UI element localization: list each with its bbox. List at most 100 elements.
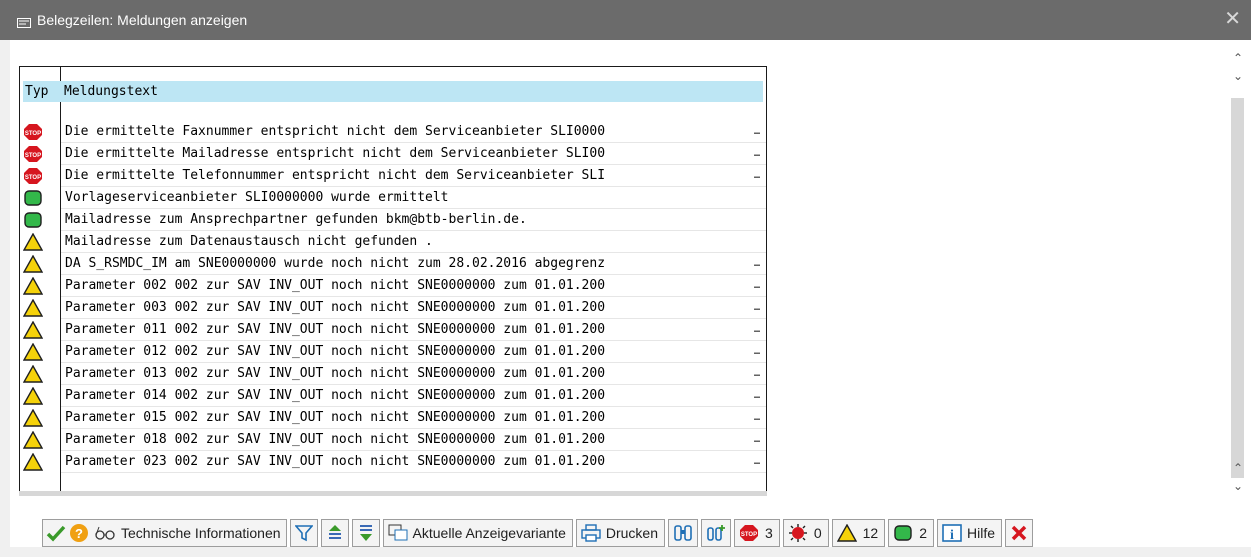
message-row[interactable]: Parameter 013 002 zur SAV INV_OUT noch n… [20,363,766,385]
warnings-filter-button[interactable]: 12 [831,519,886,547]
glasses-icon [95,526,115,540]
tech-info-label: Technische Informationen [121,525,281,541]
warning-count: 12 [862,525,879,541]
close-icon[interactable]: ✕ [1224,9,1241,29]
find-button[interactable] [668,519,699,547]
message-row[interactable]: Parameter 015 002 zur SAV INV_OUT noch n… [20,407,766,429]
truncation-ellipsis-icon: … [754,324,761,335]
warning-triangle-icon [836,524,857,542]
message-row[interactable]: Parameter 018 002 zur SAV INV_OUT noch n… [20,429,766,451]
message-text: DA S_RSMDC_IM am SNE0000000 wurde noch n… [65,256,606,271]
message-text: Parameter 013 002 zur SAV INV_OUT noch n… [65,366,606,381]
stop-icon: STOP [740,525,759,541]
message-row[interactable]: STOP Die ermittelte Telefonnummer entspri… [20,165,766,187]
sort-descending-button[interactable] [351,519,380,547]
message-row[interactable]: STOP Die ermittelte Faxnummer entspricht … [20,121,766,143]
abort-count: 0 [813,525,822,541]
truncation-ellipsis-icon: … [754,258,761,269]
horizontal-scrollbar[interactable] [19,491,767,496]
vertical-scrollbar[interactable]: ⌃ ⌄ ⌃ ⌄ [1228,48,1248,500]
layout-variant-button[interactable]: Aktuelle Anzeigevariante [382,519,573,547]
message-text: Parameter 018 002 zur SAV INV_OUT noch n… [65,432,606,447]
scroll-up-icon[interactable]: ⌃ [1228,460,1248,476]
row-separator [61,472,766,473]
warning-triangle-icon [22,232,44,251]
layout-icon [388,524,408,541]
help-button[interactable]: i Hilfe [936,519,1002,547]
message-row[interactable]: STOP Die ermittelte Mailadresse entsprich… [20,143,766,165]
svg-text:STOP: STOP [25,153,41,159]
warning-triangle-icon [22,320,44,339]
svg-text:i: i [950,528,954,542]
message-text: Die ermittelte Faxnummer entspricht nich… [65,124,606,139]
print-button[interactable]: Drucken [575,519,666,547]
ok-button[interactable]: ? Technische Informationen [42,519,287,547]
message-row[interactable]: Parameter 014 002 zur SAV INV_OUT noch n… [20,385,766,407]
message-row[interactable]: Mailadresse zum Datenaustausch nicht gef… [20,231,766,253]
filter-icon [294,525,313,542]
truncation-ellipsis-icon: … [754,346,761,357]
message-row[interactable]: Parameter 011 002 zur SAV INV_OUT noch n… [20,319,766,341]
stop-icon: STOP [23,167,43,185]
stop-icon: STOP [23,123,43,141]
window-title: Belegzeilen: Meldungen anzeigen [37,12,248,28]
message-text: Parameter 003 002 zur SAV INV_OUT noch n… [65,300,606,315]
bottom-toolbar: ? Technische Informationen Aktuelle Anze… [42,518,1036,548]
message-row[interactable]: DA S_RSMDC_IM am SNE0000000 wurde noch n… [20,253,766,275]
column-header-typ[interactable]: Typ [23,81,61,102]
scrollbar-track[interactable] [1231,98,1244,478]
truncation-ellipsis-icon: … [754,412,761,423]
grid-header: Typ Meldungstext [23,81,763,102]
scroll-bottom-icon[interactable]: ⌄ [1228,478,1248,494]
warning-triangle-icon [22,342,44,361]
truncation-ellipsis-icon: … [754,456,761,467]
truncation-ellipsis-icon: … [754,148,761,159]
message-row[interactable]: Parameter 012 002 zur SAV INV_OUT noch n… [20,341,766,363]
truncation-ellipsis-icon: … [754,368,761,379]
column-header-text[interactable]: Meldungstext [64,81,158,102]
window-titlebar: Belegzeilen: Meldungen anzeigen ✕ [0,0,1251,40]
message-row[interactable]: Vorlageserviceanbieter SLI0000000 wurde … [20,187,766,209]
scroll-down-icon[interactable]: ⌄ [1228,68,1248,84]
warning-triangle-icon [22,276,44,295]
close-x-icon [1011,525,1027,541]
success-count: 2 [919,525,927,541]
svg-text:STOP: STOP [25,131,41,137]
message-row[interactable]: Parameter 003 002 zur SAV INV_OUT noch n… [20,297,766,319]
message-text: Die ermittelte Telefonnummer entspricht … [65,168,606,183]
message-text: Parameter 015 002 zur SAV INV_OUT noch n… [65,410,606,425]
warning-triangle-icon [22,254,44,273]
filter-button[interactable] [289,519,318,547]
aborts-filter-button[interactable]: 0 [782,519,829,547]
info-icon: i [942,524,962,542]
message-text: Parameter 014 002 zur SAV INV_OUT noch n… [65,388,606,403]
check-icon [46,525,66,542]
green-square-icon [23,211,43,229]
sort-down-icon [359,525,372,541]
cancel-button[interactable] [1005,519,1033,547]
message-row[interactable]: Parameter 002 002 zur SAV INV_OUT noch n… [20,275,766,297]
truncation-ellipsis-icon: … [754,302,761,313]
message-text: Parameter 023 002 zur SAV INV_OUT noch n… [65,454,606,469]
warning-triangle-icon [22,386,44,405]
message-row[interactable]: Mailadresse zum Ansprechpartner gefunden… [20,209,766,231]
errors-filter-button[interactable]: STOP 3 [734,519,780,547]
error-count: 3 [765,525,773,541]
truncation-ellipsis-icon: … [754,434,761,445]
warning-triangle-icon [22,298,44,317]
truncation-ellipsis-icon: … [754,170,761,181]
svg-text:?: ? [75,526,83,541]
find-next-button[interactable] [701,519,732,547]
green-square-icon [23,189,43,207]
sort-ascending-button[interactable] [320,519,349,547]
success-filter-button[interactable]: 2 [888,519,934,547]
svg-text:STOP: STOP [25,175,41,181]
scroll-top-icon[interactable]: ⌃ [1228,50,1248,66]
binoculars-icon [674,525,692,541]
help-circle-icon: ? [70,524,88,542]
message-grid: Typ Meldungstext STOP Die ermittelte Faxn… [19,66,767,492]
message-row[interactable]: Parameter 023 002 zur SAV INV_OUT noch n… [20,451,766,473]
green-square-icon [894,525,912,541]
message-text: Vorlageserviceanbieter SLI0000000 wurde … [65,190,449,205]
message-text: Mailadresse zum Datenaustausch nicht gef… [65,234,433,249]
